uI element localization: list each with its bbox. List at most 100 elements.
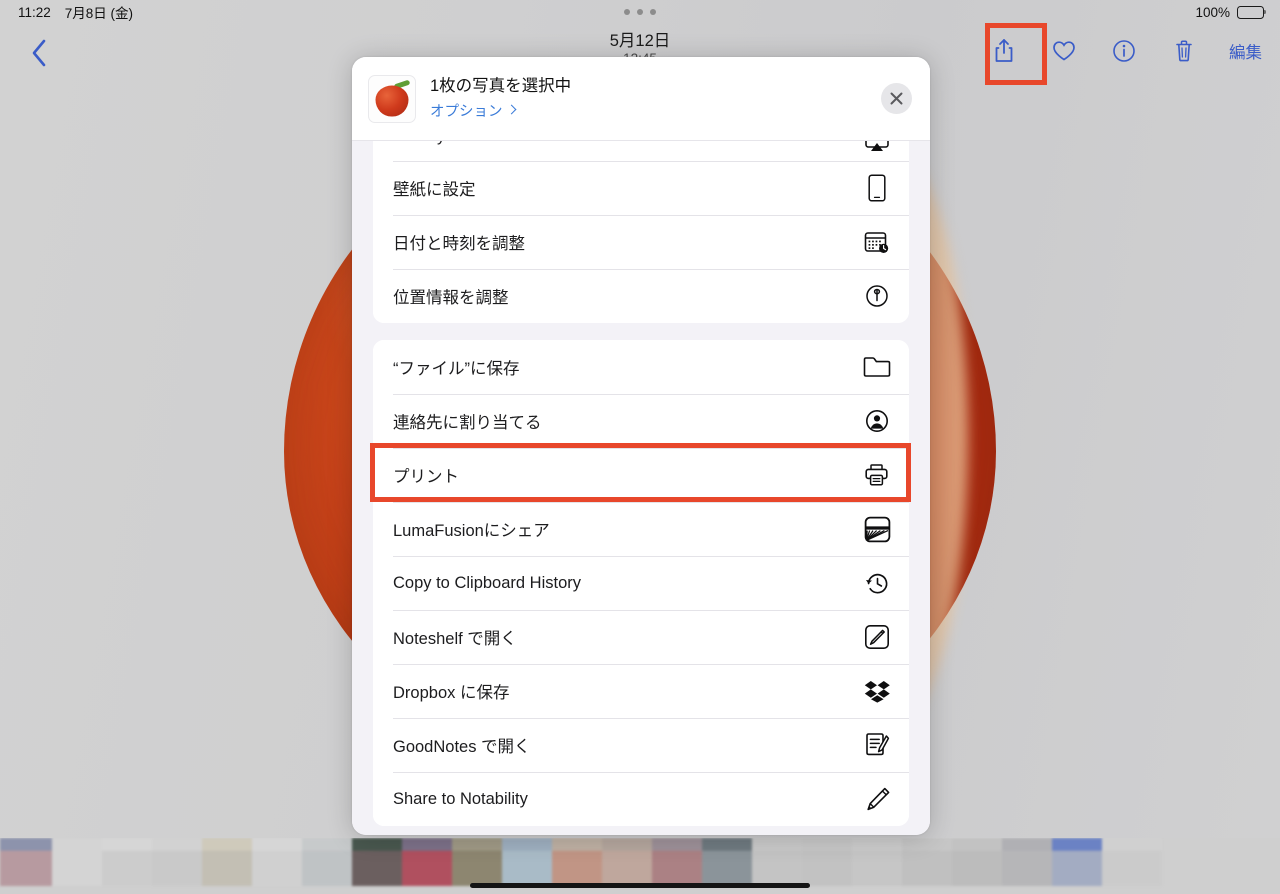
airplay-icon [862,141,892,157]
share-sheet-header: 1枚の写真を選択中 オプション [352,57,930,141]
row-open-goodnotes[interactable]: GoodNotes で開く [373,718,909,772]
row-adjust-location[interactable]: 位置情報を調整 [373,269,909,323]
info-button[interactable] [1107,32,1141,70]
row-save-dropbox[interactable]: Dropbox に保存 [373,664,909,718]
filmstrip-thumbnail[interactable] [302,838,352,886]
filmstrip-thumbnail[interactable] [1102,838,1162,886]
edit-button[interactable]: 編集 [1227,39,1264,63]
share-sheet-list[interactable]: AirPlay 壁紙に設定 [352,141,930,835]
filmstrip-thumbnail[interactable] [352,838,402,886]
row-print[interactable]: プリント [373,448,909,502]
options-label: オプション [430,103,503,120]
filmstrip-thumbnail[interactable] [802,838,852,886]
clock-history-icon [862,568,892,598]
row-label: プリント [393,468,459,486]
filmstrip-thumbnail[interactable] [0,838,52,886]
chevron-left-icon [32,39,46,67]
trash-icon [1176,40,1192,62]
row-set-wallpaper[interactable]: 壁紙に設定 [373,161,909,215]
row-save-to-files[interactable]: “ファイル”に保存 [373,340,909,394]
status-bar: 11:22 7月8日 (金) 100% [0,0,1280,24]
ipad-screen: 11:22 7月8日 (金) 100% 5月12日 12:45 [0,0,1280,894]
location-pin-icon [862,281,892,311]
filmstrip-thumbnail[interactable] [502,838,552,886]
activity-group-1: AirPlay 壁紙に設定 [373,141,909,323]
row-airplay[interactable]: AirPlay [373,141,909,161]
apple-shape [375,85,409,117]
row-open-noteshelf[interactable]: Noteshelf で開く [373,610,909,664]
filmstrip-thumbnail[interactable] [202,838,252,886]
device-icon [862,173,892,203]
chevron-right-icon [506,104,516,115]
row-adjust-date-time[interactable]: 日付と時刻を調整 [373,215,909,269]
row-label: 位置情報を調整 [393,289,509,307]
notability-pencil-icon [862,784,892,814]
selected-photo-thumbnail [368,74,416,123]
filmstrip-thumbnail[interactable] [1002,838,1052,886]
filmstrip-thumbnail[interactable] [1052,838,1102,886]
row-share-notability[interactable]: Share to Notability [373,772,909,826]
row-label: Share to Notability [393,789,528,808]
photo-date: 5月12日 [609,32,671,50]
filmstrip-thumbnail[interactable] [652,838,702,886]
filmstrip-thumbnail[interactable] [452,838,502,886]
row-label: 壁紙に設定 [393,181,476,199]
battery-icon [1237,5,1267,19]
filmstrip-thumbnail[interactable] [102,838,152,886]
dropbox-icon [862,676,892,706]
share-sheet-header-text: 1枚の写真を選択中 オプション [430,76,881,120]
filmstrip-thumbnail[interactable] [702,838,752,886]
activity-group-2: “ファイル”に保存 連絡先に割り当てる プリント LumaFusionにシェア … [373,340,909,826]
photo-filmstrip[interactable] [0,838,1280,894]
row-label: GoodNotes で開く [393,738,531,756]
calendar-clock-icon [862,227,892,257]
noteshelf-pen-icon [862,622,892,652]
status-left-group: 11:22 7月8日 (金) [18,2,133,22]
info-circle-icon [1113,40,1135,62]
home-indicator [470,883,810,888]
close-icon [890,92,903,105]
filmstrip-thumbnail[interactable] [602,838,652,886]
selection-title: 1枚の写真を選択中 [430,77,572,96]
status-date: 7月8日 (金) [64,6,134,21]
multitask-handle-icon[interactable] [624,9,656,15]
filmstrip-thumbnail[interactable] [952,838,1002,886]
filmstrip-thumbnail[interactable] [402,838,452,886]
row-label: “ファイル”に保存 [393,360,520,378]
filmstrip-thumbnails[interactable] [0,838,1162,886]
row-label: AirPlay [393,141,862,146]
filmstrip-thumbnail[interactable] [552,838,602,886]
delete-button[interactable] [1167,32,1201,70]
close-button[interactable] [881,83,912,114]
battery-percent: 100% [1195,4,1230,20]
status-time: 11:22 [18,4,51,20]
filmstrip-thumbnail[interactable] [252,838,302,886]
row-label: Noteshelf で開く [393,630,517,648]
share-sheet: 1枚の写真を選択中 オプション AirPlay [352,57,930,835]
lumafusion-icon [862,514,892,544]
back-button[interactable] [22,36,56,70]
row-label: 連絡先に割り当てる [393,414,542,432]
row-label: Dropbox に保存 [393,684,510,702]
printer-icon [862,460,892,490]
status-right-group: 100% [1195,4,1267,20]
filmstrip-thumbnail[interactable] [902,838,952,886]
favorite-button[interactable] [1047,32,1081,70]
row-share-lumafusion[interactable]: LumaFusionにシェア [373,502,909,556]
row-label: LumaFusionにシェア [393,522,550,540]
goodnotes-icon [862,730,892,760]
row-assign-to-contact[interactable]: 連絡先に割り当てる [373,394,909,448]
filmstrip-thumbnail[interactable] [852,838,902,886]
contact-icon [862,406,892,436]
row-label: 日付と時刻を調整 [393,235,525,253]
filmstrip-thumbnail[interactable] [52,838,102,886]
filmstrip-thumbnail[interactable] [752,838,802,886]
navbar-actions: 編集 [987,32,1264,70]
filmstrip-thumbnail[interactable] [152,838,202,886]
share-button[interactable] [987,32,1021,70]
row-label: Copy to Clipboard History [393,573,581,592]
options-link[interactable]: オプション [430,100,516,121]
row-copy-clipboard-history[interactable]: Copy to Clipboard History [373,556,909,610]
heart-icon [1053,41,1075,61]
share-icon [995,39,1013,62]
